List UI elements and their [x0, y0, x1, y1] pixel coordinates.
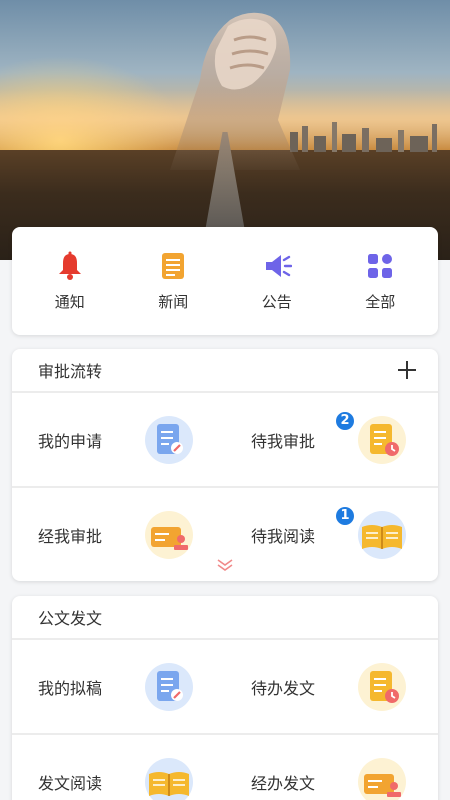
grid-item-label: 待办发文: [251, 678, 316, 698]
document-section: 公文发文 我的拟稿 待办发文 发文阅读 经办发文: [12, 596, 438, 800]
grid-icon: [365, 251, 395, 281]
quick-item-news[interactable]: 新闻: [128, 251, 218, 312]
quick-item-all[interactable]: 全部: [335, 251, 425, 312]
pending-approval-icon: 2: [334, 409, 408, 466]
approval-section: 审批流转 我的申请 待我审批 2 经我审批 待我阅读 1: [12, 349, 438, 581]
expand-chevron-icon[interactable]: [215, 558, 235, 572]
grid-item-label: 待我阅读: [251, 526, 316, 546]
application-icon: [143, 414, 195, 466]
clasped-hands-graphic: [170, 12, 300, 170]
grid-item-my-draft[interactable]: 我的拟稿: [12, 640, 225, 733]
section-title: 公文发文: [38, 609, 103, 628]
grid-item-approved-by-me[interactable]: 经我审批: [12, 488, 225, 581]
section-header: 审批流转: [12, 349, 438, 393]
banner-image: [0, 0, 450, 260]
quick-item-notice[interactable]: 通知: [25, 251, 115, 312]
section-title: 审批流转: [38, 362, 103, 381]
quick-item-label: 公告: [261, 292, 292, 311]
grid-item-label: 我的拟稿: [38, 678, 103, 698]
quick-item-label: 新闻: [158, 292, 189, 311]
grid-item-label: 我的申请: [38, 431, 103, 451]
quick-item-label: 全部: [365, 292, 396, 311]
megaphone-icon: [262, 251, 292, 281]
grid-item-label: 经我审批: [38, 526, 103, 546]
grid-item-label: 经办发文: [251, 773, 316, 793]
handled-dispatch-icon: [356, 756, 408, 800]
grid-item-my-application[interactable]: 我的申请: [12, 393, 225, 486]
bell-icon: [55, 251, 85, 281]
grid-item-label: 发文阅读: [38, 773, 103, 793]
quick-item-announcement[interactable]: 公告: [232, 251, 322, 312]
dispatch-reading-icon: [143, 756, 195, 800]
grid-item-pending-reading[interactable]: 待我阅读 1: [225, 488, 438, 581]
add-button[interactable]: [396, 359, 418, 381]
grid-item-pending-approval[interactable]: 待我审批 2: [225, 393, 438, 486]
grid-item-pending-dispatch[interactable]: 待办发文: [225, 640, 438, 733]
quick-item-label: 通知: [54, 292, 85, 311]
section-header: 公文发文: [12, 596, 438, 640]
count-badge: 2: [334, 409, 356, 432]
quick-menu-card: 通知 新闻 公告 全部: [12, 227, 438, 335]
my-draft-icon: [143, 661, 195, 713]
grid-item-handled-dispatch[interactable]: 经办发文: [225, 735, 438, 800]
approved-by-me-icon: [143, 509, 195, 561]
count-badge: 1: [334, 504, 356, 527]
grid-item-dispatch-reading[interactable]: 发文阅读: [12, 735, 225, 800]
pending-dispatch-icon: [356, 661, 408, 713]
pending-reading-icon: 1: [334, 504, 408, 561]
news-icon: [158, 251, 188, 281]
grid-item-label: 待我审批: [251, 431, 316, 451]
